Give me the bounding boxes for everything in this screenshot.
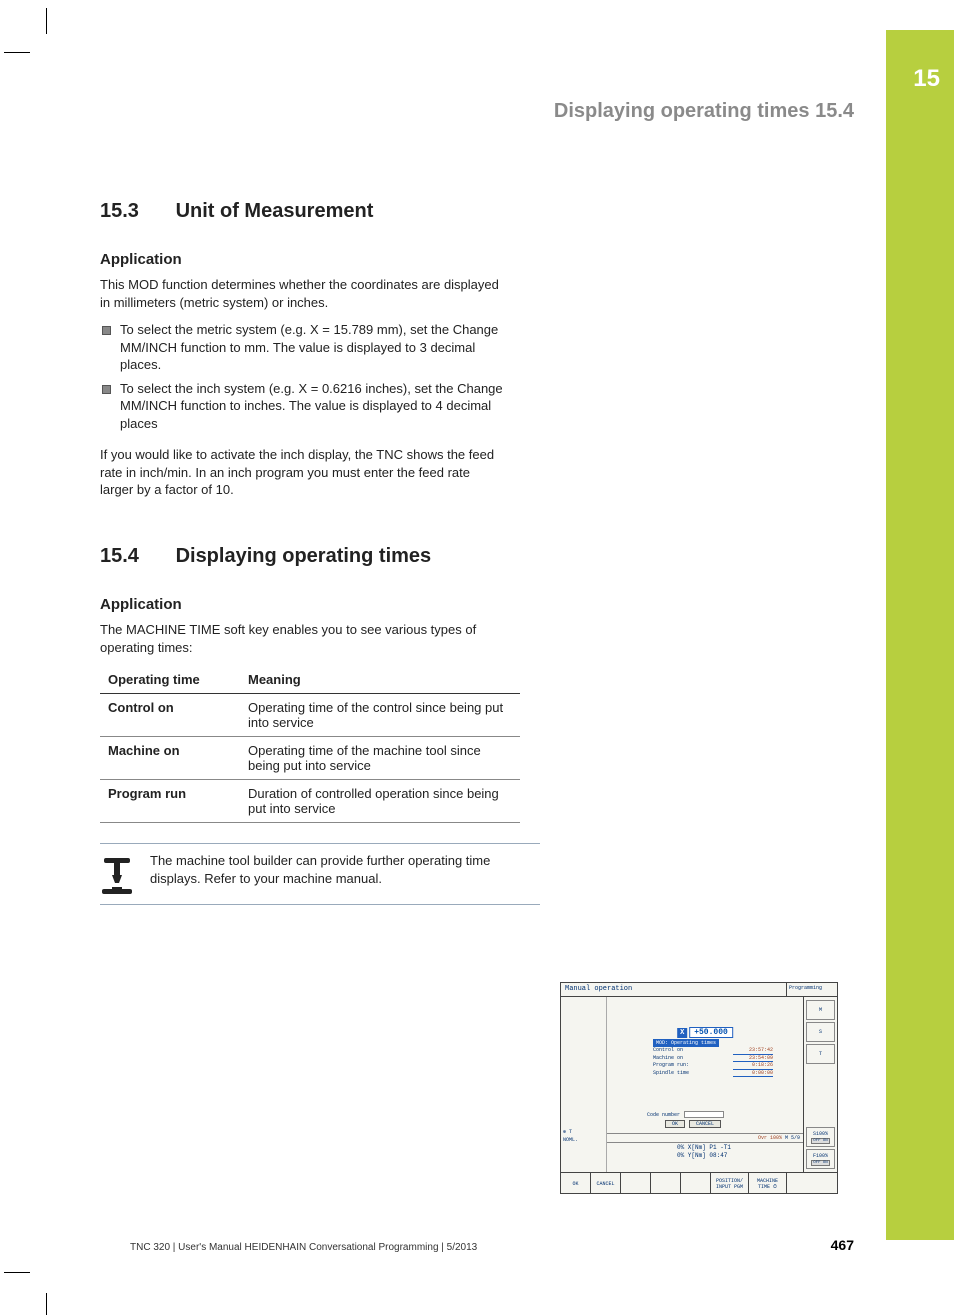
crop-mark [46,8,47,34]
table-cell-label: Control on [100,694,240,737]
softkey-empty[interactable] [651,1173,681,1194]
mod-row-value: 0:18:26 [733,1062,773,1070]
table-row: Control on Operating time of the control… [100,694,520,737]
paragraph: This MOD function determines whether the… [100,276,500,311]
right-panel-item[interactable]: S100%OFF ON [806,1127,835,1147]
table-cell-meaning: Operating time of the control since bein… [240,694,520,737]
m-status: M 5/9 [785,1135,800,1141]
table-cell-label: Program run [100,780,240,823]
page-number: 467 [831,1237,854,1253]
machine-tool-icon [100,852,134,896]
section-title: Displaying operating times [176,545,432,567]
table-header: Meaning [240,666,520,694]
application-subheading: Application [100,251,840,268]
screenshot-left-panel-top: ⊕ T [563,1129,578,1137]
application-subheading: Application [100,596,540,613]
x-axis-value: +50.000 [689,1027,733,1038]
coord-row: 0% Y[Nm] 08:47 [677,1152,731,1160]
tnc-screenshot-figure: Manual operation Programming ⊕ T NOML. X… [560,982,838,1194]
softkey-machine-time[interactable]: MACHINE TIME ⏱ [749,1173,787,1194]
ok-button[interactable]: OK [665,1120,685,1128]
section-number: 15.3 [100,200,170,223]
right-panel-item[interactable]: M [806,1000,835,1020]
screenshot-title-right: Programming [787,983,837,997]
operating-times-table: Operating time Meaning Control on Operat… [100,666,520,823]
mod-row-value: 23:57:42 [733,1047,773,1055]
softkey-ok[interactable]: OK [561,1173,591,1194]
screenshot-title-left: Manual operation [561,983,787,997]
table-cell-meaning: Duration of controlled operation since b… [240,780,520,823]
chapter-number: 15 [890,65,940,93]
softkey-empty[interactable] [787,1173,837,1194]
table-header: Operating time [100,666,240,694]
table-row: Machine on Operating time of the machine… [100,737,520,780]
mod-row-label: Machine on [653,1055,683,1063]
right-panel-item[interactable]: S [806,1022,835,1042]
list-item: To select the inch system (e.g. X = 0.62… [100,380,520,433]
softkey-position-input-pgm[interactable]: POSITION/ INPUT PGM [711,1173,749,1194]
table-cell-label: Machine on [100,737,240,780]
softkey-empty[interactable] [681,1173,711,1194]
right-panel-item[interactable]: F100%OFF ON [806,1149,835,1169]
code-number-input[interactable] [684,1111,724,1118]
chapter-tab [886,30,954,1240]
paragraph: The MACHINE TIME soft key enables you to… [100,621,500,656]
screenshot-left-panel-bottom: NOML. [563,1137,578,1145]
crop-mark [4,1272,30,1273]
override-status: Ovr 100% [758,1135,782,1141]
list-item: To select the metric system (e.g. X = 15… [100,321,520,374]
mod-row-value: 23:54:09 [733,1055,773,1063]
section-title: Unit of Measurement [176,200,374,222]
section-15-3-heading: 15.3 Unit of Measurement [100,200,840,223]
cancel-button[interactable]: CANCEL [689,1120,721,1128]
code-number-label: Code number [647,1112,680,1118]
x-axis-icon: X [677,1028,687,1038]
mod-row-label: Control on [653,1047,683,1055]
coord-row: 0% X[Nm] P1 -T1 [677,1144,731,1152]
mod-row-label: Spindle time [653,1070,689,1078]
table-cell-meaning: Operating time of the machine tool since… [240,737,520,780]
crop-mark [46,1293,47,1315]
note-text: The machine tool builder can provide fur… [150,852,540,887]
section-15-4-heading: 15.4 Displaying operating times [100,545,840,568]
mod-row-label: Program run: [653,1062,689,1070]
running-head: Displaying operating times 15.4 [554,100,854,123]
machine-manual-note: The machine tool builder can provide fur… [100,843,540,905]
right-panel-item[interactable]: T [806,1044,835,1064]
section-number: 15.4 [100,545,170,568]
footer-text: TNC 320 | User's Manual HEIDENHAIN Conve… [130,1242,477,1253]
paragraph: If you would like to activate the inch d… [100,446,500,499]
softkey-cancel[interactable]: CANCEL [591,1173,621,1194]
table-row: Program run Duration of controlled opera… [100,780,520,823]
mod-row-value: 0:00:00 [733,1070,773,1078]
mod-box-title: MOD: Operating times [653,1039,719,1047]
crop-mark [4,52,30,53]
softkey-empty[interactable] [621,1173,651,1194]
